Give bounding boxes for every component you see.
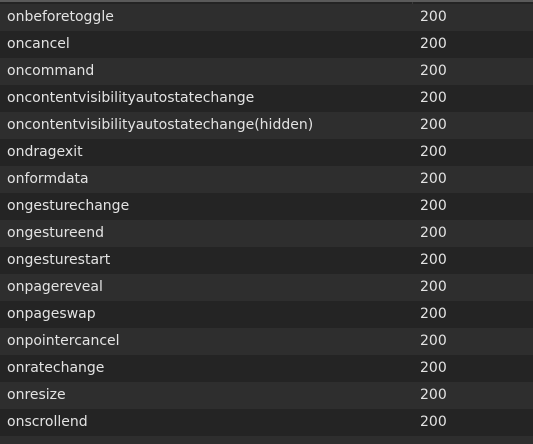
table-row[interactable]: onpagereveal 200 — [0, 274, 533, 301]
request-name: ondragexit — [7, 144, 83, 160]
request-status: 200 — [420, 171, 447, 187]
table-row[interactable]: oncancel 200 — [0, 31, 533, 58]
header-border — [0, 0, 533, 2]
request-status: 200 — [420, 225, 447, 241]
request-name: onratechange — [7, 360, 105, 376]
request-name: onscrollend — [7, 414, 88, 430]
table-row[interactable]: onformdata 200 — [0, 166, 533, 193]
table-row[interactable]: onscrollend 200 — [0, 409, 533, 436]
request-status: 200 — [420, 198, 447, 214]
table-row[interactable]: ongesturechange 200 — [0, 193, 533, 220]
table-row[interactable]: oncontentvisibilityautostatechange 200 — [0, 85, 533, 112]
request-name: oncommand — [7, 63, 95, 79]
request-status: 200 — [420, 63, 447, 79]
request-name: onpagereveal — [7, 279, 103, 295]
request-name: oncontentvisibilityautostatechange(hidde… — [7, 117, 314, 133]
request-name: onformdata — [7, 171, 89, 187]
network-request-list: onbeforetoggle 200 oncancel 200 oncomman… — [0, 0, 533, 444]
table-row-partial[interactable]: onsafe... 200 — [0, 436, 533, 444]
table-row[interactable]: ongestureend 200 — [0, 220, 533, 247]
request-name: oncontentvisibilityautostatechange — [7, 90, 255, 106]
table-row[interactable]: onresize 200 — [0, 382, 533, 409]
request-status: 200 — [420, 36, 447, 52]
request-status: 200 — [420, 387, 447, 403]
request-status: 200 — [420, 144, 447, 160]
request-rows: onbeforetoggle 200 oncancel 200 oncomman… — [0, 4, 533, 444]
request-name: ongesturestart — [7, 252, 111, 268]
table-row[interactable]: ondragexit 200 — [0, 139, 533, 166]
request-status: 200 — [420, 414, 447, 430]
request-name: onbeforetoggle — [7, 9, 114, 25]
table-row[interactable]: onpageswap 200 — [0, 301, 533, 328]
request-status: 200 — [420, 117, 447, 133]
request-status: 200 — [420, 279, 447, 295]
request-name: ongesturechange — [7, 198, 130, 214]
table-row[interactable]: oncontentvisibilityautostatechange(hidde… — [0, 112, 533, 139]
request-status: 200 — [420, 360, 447, 376]
table-row[interactable]: onbeforetoggle 200 — [0, 4, 533, 31]
table-row[interactable]: oncommand 200 — [0, 58, 533, 85]
table-row[interactable]: onpointercancel 200 — [0, 328, 533, 355]
request-status: 200 — [420, 306, 447, 322]
request-name: oncancel — [7, 36, 70, 52]
request-status: 200 — [420, 9, 447, 25]
table-row[interactable]: onratechange 200 — [0, 355, 533, 382]
request-status: 200 — [420, 90, 447, 106]
request-status: 200 — [420, 333, 447, 349]
request-name: onpageswap — [7, 306, 96, 322]
request-name: onresize — [7, 387, 66, 403]
request-status: 200 — [420, 436, 520, 444]
table-row[interactable]: ongesturestart 200 — [0, 247, 533, 274]
request-name: onpointercancel — [7, 333, 120, 349]
request-status: 200 — [420, 252, 447, 268]
request-name: ongestureend — [7, 225, 105, 241]
request-name: onsafe... — [7, 436, 407, 444]
